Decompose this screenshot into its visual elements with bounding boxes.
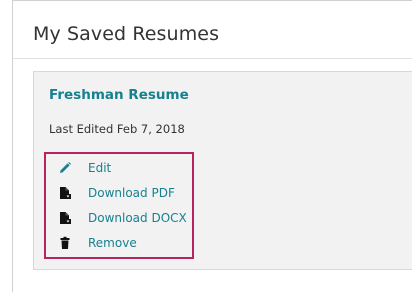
last-edited-text: Last Edited Feb 7, 2018	[49, 122, 185, 136]
download-pdf-action[interactable]: Download PDF	[58, 184, 175, 202]
page-title: My Saved Resumes	[33, 23, 220, 45]
resume-card: Freshman Resume Last Edited Feb 7, 2018 …	[33, 71, 412, 270]
resume-title[interactable]: Freshman Resume	[49, 87, 189, 103]
resume-actions-highlight: Edit Download PDF Download DOCX Remove	[44, 152, 194, 259]
download-docx-action[interactable]: Download DOCX	[58, 209, 187, 227]
edit-label: Edit	[88, 161, 112, 175]
saved-resumes-panel: My Saved Resumes Freshman Resume Last Ed…	[12, 0, 412, 292]
download-docx-label: Download DOCX	[88, 211, 187, 225]
edit-action[interactable]: Edit	[58, 159, 111, 177]
trash-icon	[58, 236, 72, 250]
file-download-icon	[58, 211, 72, 225]
title-divider	[13, 58, 412, 59]
pencil-icon	[58, 161, 72, 175]
file-download-icon	[58, 186, 72, 200]
download-pdf-label: Download PDF	[88, 186, 175, 200]
remove-action[interactable]: Remove	[58, 234, 137, 252]
remove-label: Remove	[88, 236, 137, 250]
